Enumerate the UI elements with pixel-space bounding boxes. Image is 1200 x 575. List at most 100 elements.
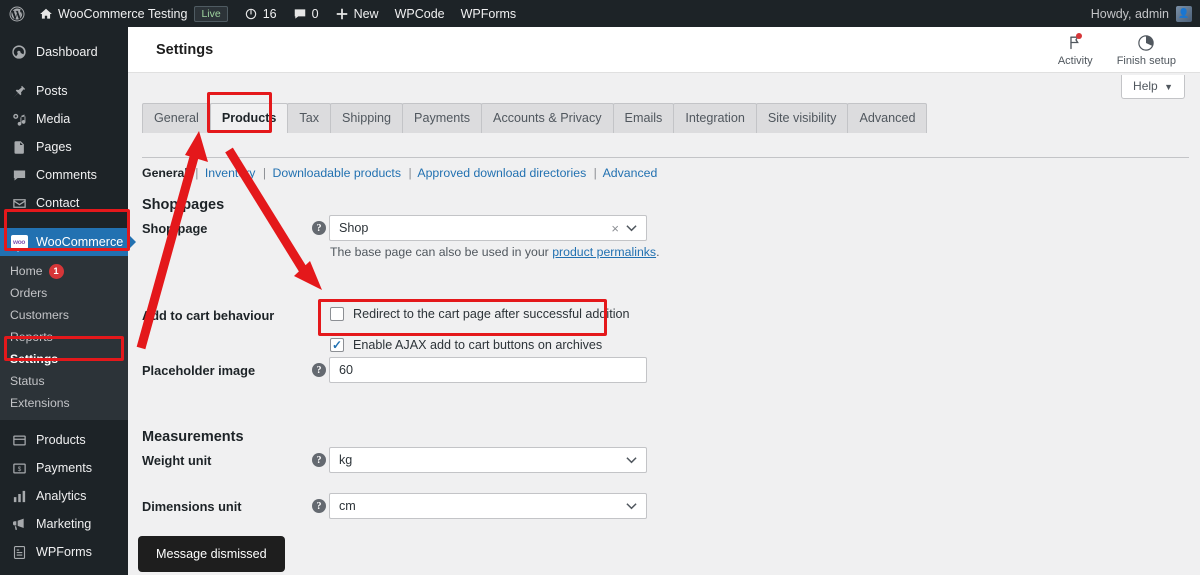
sidebar-item-analytics[interactable]: Analytics (0, 482, 128, 510)
subnav-inventory[interactable]: Inventory (205, 166, 256, 180)
tab-accounts-privacy[interactable]: Accounts & Privacy (481, 103, 614, 133)
comments-icon (293, 7, 307, 21)
sidebar-item-products[interactable]: Products (0, 426, 128, 454)
question-mark-icon[interactable]: ? (312, 453, 326, 467)
toast-message: Message dismissed (138, 536, 285, 572)
activity-button[interactable]: Activity (1058, 32, 1093, 67)
question-mark-icon[interactable]: ? (312, 499, 326, 513)
weight-unit-select[interactable]: kg (329, 447, 647, 473)
tab-advanced[interactable]: Advanced (847, 103, 928, 133)
placeholder-image-value: 60 (339, 363, 354, 377)
clear-x-icon[interactable]: × (611, 221, 621, 236)
plus-icon (335, 7, 349, 21)
tab-tax[interactable]: Tax (287, 103, 332, 133)
submenu-label: Settings (10, 352, 59, 366)
sidebar-item-posts[interactable]: Posts (0, 77, 128, 105)
settings-tabs: General Products Tax Shipping Payments A… (142, 103, 928, 133)
adminbar-wpforms-label: WPForms (460, 6, 517, 21)
adminbar-wpcode[interactable]: WPCode (387, 0, 453, 27)
tab-site-visibility[interactable]: Site visibility (755, 103, 849, 133)
payments-icon: $ (10, 459, 28, 477)
flag-icon (1067, 32, 1083, 53)
admin-sidebar: Dashboard Posts Media Pages Comments Con… (0, 27, 128, 575)
ajax-add-to-cart-checkbox-row[interactable]: ✓ Enable AJAX add to cart buttons on arc… (330, 338, 602, 352)
home-icon (39, 7, 53, 21)
sidebar-item-wc-settings[interactable]: Settings (0, 348, 128, 370)
question-mark-icon[interactable]: ? (312, 221, 326, 235)
sidebar-item-wc-extensions[interactable]: Extensions (0, 392, 128, 414)
sidebar-item-wc-status[interactable]: Status (0, 370, 128, 392)
subnav-downloadable-products[interactable]: Downloadable products (272, 166, 401, 180)
shop-page-hint: The base page can also be used in your p… (330, 245, 660, 259)
submenu-label: Reports (10, 330, 53, 344)
tab-integration[interactable]: Integration (673, 103, 757, 133)
screen-root: WooCommerce Testing Live 16 0 New WPCode (0, 0, 1200, 575)
sidebar-item-wpforms[interactable]: WPForms (0, 538, 128, 566)
adminbar-new-label: New (353, 6, 379, 21)
sidebar-item-dashboard[interactable]: Dashboard (0, 38, 128, 66)
envelope-icon (10, 194, 28, 212)
question-mark-icon[interactable]: ? (312, 363, 326, 377)
tab-products[interactable]: Products (209, 103, 289, 133)
sidebar-item-wc-home[interactable]: Home 1 (0, 260, 128, 282)
wordpress-logo-icon[interactable] (0, 5, 31, 23)
submenu-label: Extensions (10, 396, 70, 410)
subnav-separator: | (408, 166, 412, 180)
finish-setup-button[interactable]: Finish setup (1117, 33, 1176, 67)
woocommerce-submenu: Home 1 Orders Customers Reports Settings… (0, 256, 128, 420)
sidebar-item-payments[interactable]: $ Payments (0, 454, 128, 482)
sidebar-item-wc-customers[interactable]: Customers (0, 304, 128, 326)
sidebar-item-comments[interactable]: Comments (0, 161, 128, 189)
updates-count: 16 (262, 6, 277, 21)
content-area: Settings Activity Finish setup Help ▼ Ge… (128, 27, 1200, 575)
dashboard-icon (10, 43, 28, 61)
dimensions-unit-select[interactable]: cm (329, 493, 647, 519)
products-icon (10, 431, 28, 449)
subnav-advanced[interactable]: Advanced (603, 166, 658, 180)
sidebar-item-woocommerce[interactable]: woo WooCommerce (0, 228, 128, 256)
chevron-down-icon (621, 456, 646, 464)
tabs-underline (142, 157, 1189, 158)
ajax-add-to-cart-label: Enable AJAX add to cart buttons on archi… (353, 338, 603, 352)
subnav-separator: | (195, 166, 199, 180)
product-permalinks-link[interactable]: product permalinks (552, 245, 656, 259)
adminbar-new[interactable]: New (327, 0, 387, 27)
settings-subnav: General | Inventory | Downloadable produ… (142, 166, 657, 180)
ajax-add-to-cart-checkbox[interactable]: ✓ (330, 338, 344, 352)
help-button[interactable]: Help ▼ (1121, 75, 1185, 99)
wp-admin-bar: WooCommerce Testing Live 16 0 New WPCode (0, 0, 1200, 27)
adminbar-comments[interactable]: 0 (285, 0, 327, 27)
redirect-to-cart-checkbox-row[interactable]: Redirect to the cart page after successf… (330, 307, 630, 321)
sidebar-item-wc-orders[interactable]: Orders (0, 282, 128, 304)
pin-icon (10, 82, 28, 100)
shop-page-value: Shop (339, 221, 369, 235)
sidebar-item-marketing[interactable]: Marketing (0, 510, 128, 538)
submenu-label: Status (10, 374, 45, 388)
adminbar-site-name[interactable]: WooCommerce Testing Live (31, 0, 236, 27)
adminbar-wpcode-label: WPCode (394, 6, 445, 21)
svg-text:$: $ (17, 466, 21, 473)
tab-general[interactable]: General (142, 103, 211, 133)
sidebar-item-pages[interactable]: Pages (0, 133, 128, 161)
sidebar-label: WooCommerce (36, 235, 124, 249)
sidebar-item-wc-reports[interactable]: Reports (0, 326, 128, 348)
subnav-approved-download-directories[interactable]: Approved download directories (417, 166, 586, 180)
tab-emails[interactable]: Emails (612, 103, 675, 133)
shop-page-select[interactable]: Shop × (329, 215, 647, 241)
tab-shipping[interactable]: Shipping (330, 103, 404, 133)
sidebar-label: WPForms (36, 545, 92, 559)
tab-payments[interactable]: Payments (402, 103, 483, 133)
redirect-to-cart-checkbox[interactable] (330, 307, 344, 321)
updates-icon (244, 7, 258, 21)
placeholder-image-input[interactable]: 60 (329, 357, 647, 383)
adminbar-updates[interactable]: 16 (236, 0, 285, 27)
subnav-general[interactable]: General (142, 166, 188, 180)
woocommerce-icon: woo (10, 233, 28, 252)
adminbar-wpforms[interactable]: WPForms (453, 0, 525, 27)
submenu-label: Home (10, 264, 43, 278)
sidebar-item-contact[interactable]: Contact (0, 189, 128, 217)
sidebar-label: Analytics (36, 489, 87, 503)
comments-count: 0 (311, 6, 319, 21)
sidebar-item-media[interactable]: Media (0, 105, 128, 133)
adminbar-account[interactable]: Howdy, admin 👤 (1091, 5, 1200, 22)
